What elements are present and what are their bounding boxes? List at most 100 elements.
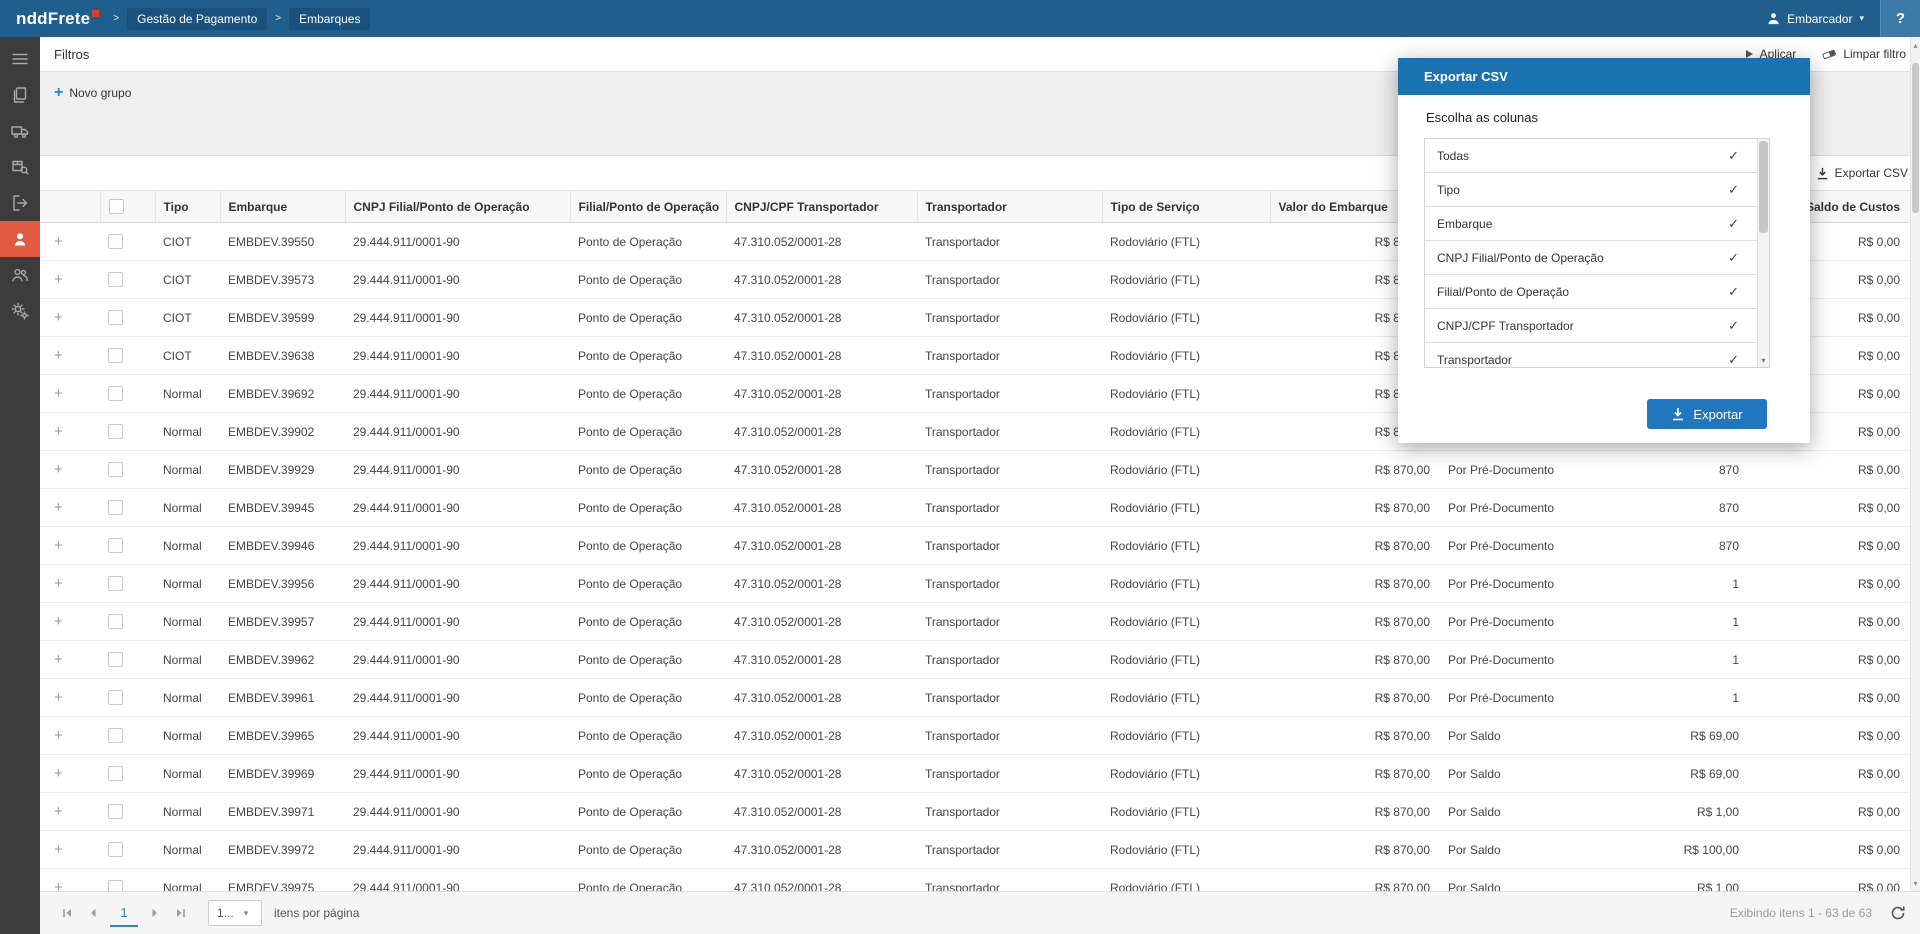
expand-row-icon[interactable]: + xyxy=(54,423,63,440)
table-row[interactable]: + Normal EMBDEV.39961 29.444.911/0001-90… xyxy=(40,679,1910,717)
breadcrumb-gestao-pagamento[interactable]: Gestão de Pagamento xyxy=(127,8,267,30)
expand-row-icon[interactable]: + xyxy=(54,309,63,326)
next-page-button[interactable] xyxy=(142,900,168,926)
row-checkbox[interactable] xyxy=(108,310,123,325)
row-checkbox[interactable] xyxy=(108,880,123,891)
row-checkbox[interactable] xyxy=(108,424,123,439)
export-csv-link[interactable]: Exportar CSV xyxy=(1816,166,1908,180)
row-checkbox[interactable] xyxy=(108,690,123,705)
row-checkbox[interactable] xyxy=(108,386,123,401)
table-row[interactable]: + Normal EMBDEV.39946 29.444.911/0001-90… xyxy=(40,527,1910,565)
col-embarque[interactable]: Embarque xyxy=(220,191,345,223)
cell-expand: + xyxy=(40,755,100,793)
row-checkbox[interactable] xyxy=(108,272,123,287)
row-checkbox[interactable] xyxy=(108,234,123,249)
modal-scrollbar-thumb[interactable] xyxy=(1759,141,1768,233)
sidebar-item-documents[interactable] xyxy=(0,77,40,113)
row-checkbox[interactable] xyxy=(108,576,123,591)
expand-row-icon[interactable]: + xyxy=(54,537,63,554)
modal-column-option[interactable]: Transportador ✓ xyxy=(1425,343,1769,368)
table-row[interactable]: + Normal EMBDEV.39957 29.444.911/0001-90… xyxy=(40,603,1910,641)
sidebar-item-settings[interactable] xyxy=(0,293,40,329)
col-transportador[interactable]: Transportador xyxy=(917,191,1102,223)
cell-cnpj-transportador: 47.310.052/0001-28 xyxy=(726,299,917,337)
table-row[interactable]: + Normal EMBDEV.39969 29.444.911/0001-90… xyxy=(40,755,1910,793)
expand-row-icon[interactable]: + xyxy=(54,803,63,820)
clear-filter-button[interactable]: Limpar filtro xyxy=(1822,47,1906,61)
sidebar-item-package-search[interactable] xyxy=(0,149,40,185)
help-button[interactable]: ? xyxy=(1880,0,1920,37)
table-row[interactable]: + Normal EMBDEV.39929 29.444.911/0001-90… xyxy=(40,451,1910,489)
breadcrumb-embarques[interactable]: Embarques xyxy=(289,8,370,30)
row-checkbox[interactable] xyxy=(108,348,123,363)
row-checkbox[interactable] xyxy=(108,728,123,743)
expand-row-icon[interactable]: + xyxy=(54,613,63,630)
select-all-checkbox[interactable] xyxy=(109,199,124,214)
sidebar-item-users[interactable] xyxy=(0,257,40,293)
row-checkbox[interactable] xyxy=(108,614,123,629)
table-row[interactable]: + Normal EMBDEV.39956 29.444.911/0001-90… xyxy=(40,565,1910,603)
modal-column-option[interactable]: Filial/Ponto de Operação ✓ xyxy=(1425,275,1769,309)
expand-row-icon[interactable]: + xyxy=(54,879,63,891)
cell-tipo: CIOT xyxy=(155,223,220,261)
expand-row-icon[interactable]: + xyxy=(54,385,63,402)
modal-column-option[interactable]: CNPJ Filial/Ponto de Operação ✓ xyxy=(1425,241,1769,275)
vertical-scrollbar[interactable]: ▴ ▾ xyxy=(1910,37,1920,891)
table-row[interactable]: + Normal EMBDEV.39971 29.444.911/0001-90… xyxy=(40,793,1910,831)
scrollbar-thumb[interactable] xyxy=(1912,63,1919,213)
modal-list-scrollbar[interactable]: ▾ xyxy=(1757,139,1769,367)
col-tipo-servico[interactable]: Tipo de Serviço xyxy=(1102,191,1270,223)
table-row[interactable]: + Normal EMBDEV.39975 29.444.911/0001-90… xyxy=(40,869,1910,892)
row-checkbox[interactable] xyxy=(108,500,123,515)
sidebar-item-logout[interactable] xyxy=(0,185,40,221)
previous-page-button[interactable] xyxy=(80,900,106,926)
expand-row-icon[interactable]: + xyxy=(54,233,63,250)
page-size-select[interactable]: 1... ▾ xyxy=(208,900,262,926)
export-button[interactable]: Exportar xyxy=(1647,399,1767,429)
row-checkbox[interactable] xyxy=(108,652,123,667)
sidebar-menu-toggle[interactable] xyxy=(0,41,40,77)
row-checkbox[interactable] xyxy=(108,538,123,553)
modal-column-option[interactable]: Todas ✓ xyxy=(1425,139,1769,173)
modal-column-option[interactable]: Embarque ✓ xyxy=(1425,207,1769,241)
refresh-icon[interactable] xyxy=(1890,905,1906,921)
cell-filial: Ponto de Operação xyxy=(570,337,726,375)
row-checkbox[interactable] xyxy=(108,462,123,477)
expand-row-icon[interactable]: + xyxy=(54,765,63,782)
expand-row-icon[interactable]: + xyxy=(54,651,63,668)
scroll-down-icon[interactable]: ▾ xyxy=(1758,353,1769,367)
col-cnpj-filial[interactable]: CNPJ Filial/Ponto de Operação xyxy=(345,191,570,223)
table-row[interactable]: + Normal EMBDEV.39972 29.444.911/0001-90… xyxy=(40,831,1910,869)
expand-row-icon[interactable]: + xyxy=(54,347,63,364)
last-page-button[interactable] xyxy=(168,900,194,926)
row-checkbox[interactable] xyxy=(108,766,123,781)
row-checkbox[interactable] xyxy=(108,804,123,819)
current-page-button[interactable]: 1 xyxy=(110,900,138,927)
expand-row-icon[interactable]: + xyxy=(54,727,63,744)
expand-row-icon[interactable]: + xyxy=(54,575,63,592)
sidebar-item-user[interactable] xyxy=(0,221,40,257)
col-select-all[interactable] xyxy=(100,191,155,223)
scroll-down-icon[interactable]: ▾ xyxy=(1911,877,1920,889)
row-checkbox[interactable] xyxy=(108,842,123,857)
expand-row-icon[interactable]: + xyxy=(54,841,63,858)
user-menu[interactable]: Embarcador ▾ xyxy=(1751,0,1880,37)
expand-row-icon[interactable]: + xyxy=(54,689,63,706)
expand-row-icon[interactable]: + xyxy=(54,461,63,478)
modal-column-option[interactable]: Tipo ✓ xyxy=(1425,173,1769,207)
first-page-button[interactable] xyxy=(54,900,80,926)
table-row[interactable]: + Normal EMBDEV.39945 29.444.911/0001-90… xyxy=(40,489,1910,527)
new-group-button[interactable]: + Novo grupo xyxy=(54,85,131,101)
cell-embarque: EMBDEV.39972 xyxy=(220,831,345,869)
col-filial[interactable]: Filial/Ponto de Operação xyxy=(570,191,726,223)
col-tipo[interactable]: Tipo xyxy=(155,191,220,223)
modal-column-option[interactable]: CNPJ/CPF Transportador ✓ xyxy=(1425,309,1769,343)
expand-row-icon[interactable]: + xyxy=(54,499,63,516)
expand-row-icon[interactable]: + xyxy=(54,271,63,288)
app-logo[interactable]: nddFrete xyxy=(16,9,99,29)
scroll-up-icon[interactable]: ▴ xyxy=(1911,39,1920,51)
table-row[interactable]: + Normal EMBDEV.39965 29.444.911/0001-90… xyxy=(40,717,1910,755)
col-cnpj-transportador[interactable]: CNPJ/CPF Transportador xyxy=(726,191,917,223)
table-row[interactable]: + Normal EMBDEV.39962 29.444.911/0001-90… xyxy=(40,641,1910,679)
sidebar-item-transport[interactable] xyxy=(0,113,40,149)
